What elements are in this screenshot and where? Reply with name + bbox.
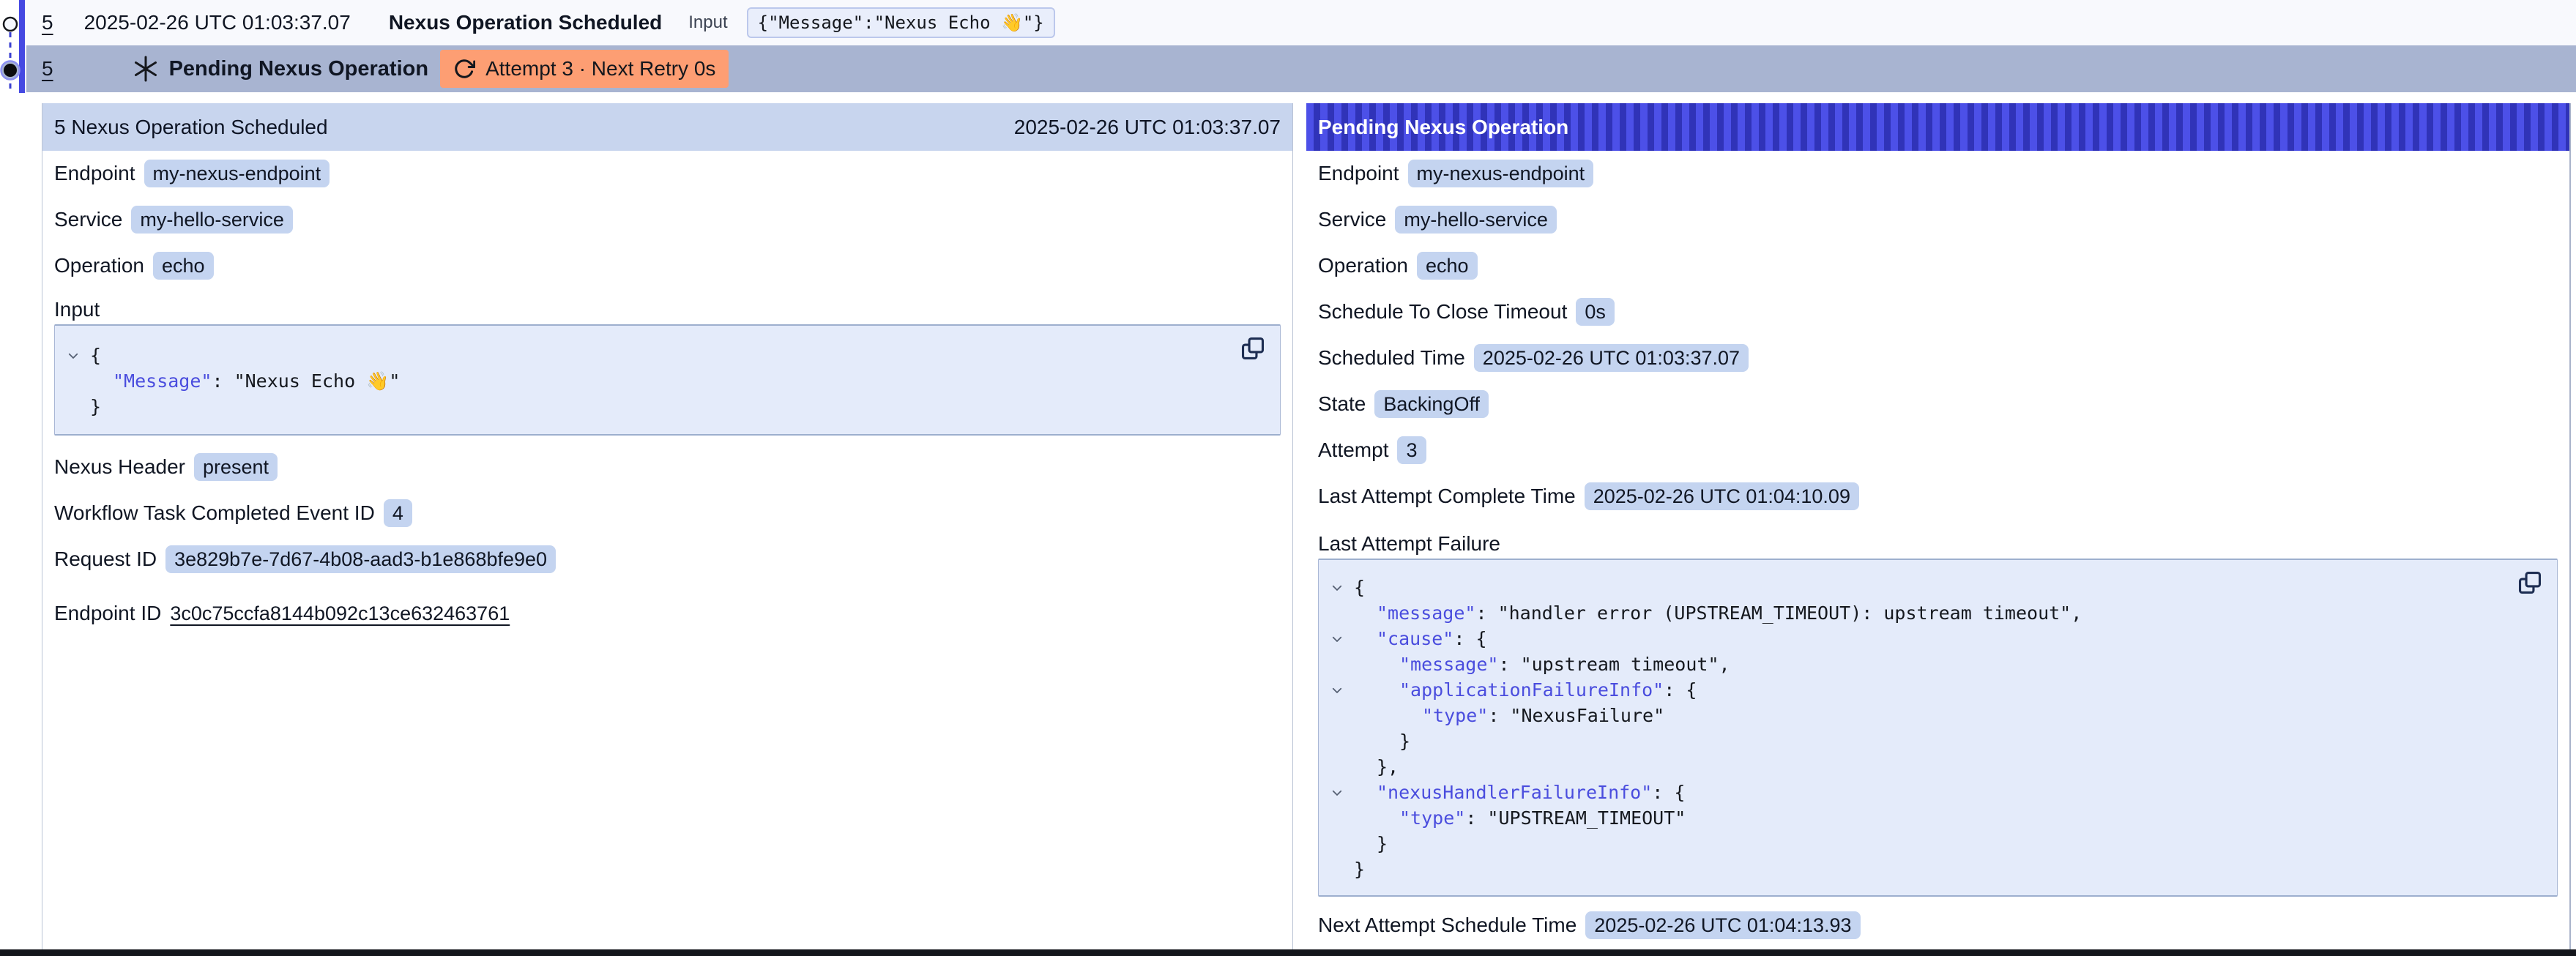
field-row-endpoint: Endpoint my-nexus-endpoint bbox=[1318, 160, 2569, 187]
attempt-retry-badge: Attempt 3 · Next Retry 0s bbox=[440, 50, 729, 88]
event-id-link[interactable]: 5 bbox=[42, 57, 53, 81]
field-label: Request ID bbox=[54, 548, 157, 571]
field-label: Nexus Header bbox=[54, 455, 185, 479]
retry-icon bbox=[453, 58, 475, 80]
field-row-scheduled-time: Scheduled Time 2025-02-26 UTC 01:03:37.0… bbox=[1318, 344, 2569, 372]
code-line: { bbox=[55, 343, 1280, 368]
field-label: Last Attempt Complete Time bbox=[1318, 485, 1576, 508]
event-input-label: Input bbox=[688, 12, 727, 33]
pending-panel-title: Pending Nexus Operation bbox=[1318, 116, 1568, 139]
field-label: Next Attempt Schedule Time bbox=[1318, 914, 1577, 937]
event-title: Pending Nexus Operation bbox=[169, 57, 429, 81]
code-line: "nexusHandlerFailureInfo": { bbox=[1319, 780, 2557, 805]
scheduled-event-detail-panel: 5 Nexus Operation Scheduled 2025-02-26 U… bbox=[42, 103, 1293, 949]
field-row-operation: Operation echo bbox=[54, 252, 1292, 280]
field-value-badge: my-hello-service bbox=[131, 206, 293, 234]
input-code-block: {"Message": "Nexus Echo 👋"} bbox=[54, 324, 1281, 436]
code-line: "message": "upstream timeout", bbox=[1319, 651, 2557, 677]
field-value-badge: my-hello-service bbox=[1395, 206, 1557, 234]
attempt-badge-label: Attempt 3 · Next Retry 0s bbox=[485, 57, 715, 81]
field-value-badge: 0s bbox=[1576, 298, 1615, 326]
field-row-endpoint: Endpoint my-nexus-endpoint bbox=[54, 160, 1292, 187]
event-input-chip: {"Message":"Nexus Echo 👋"} bbox=[747, 7, 1055, 38]
code-line: }, bbox=[1319, 754, 2557, 780]
field-value-badge: BackingOff bbox=[1374, 390, 1489, 418]
chevron-down-icon[interactable] bbox=[1330, 677, 1344, 703]
field-row-service: Service my-hello-service bbox=[1318, 206, 2569, 234]
code-line: "message": "handler error (UPSTREAM_TIME… bbox=[1319, 600, 2557, 626]
field-value-badge: present bbox=[194, 453, 278, 481]
field-label: Endpoint bbox=[1318, 162, 1399, 185]
field-row-next-attempt-schedule-time: Next Attempt Schedule Time 2025-02-26 UT… bbox=[1318, 911, 2569, 939]
field-value-badge: echo bbox=[153, 252, 214, 280]
field-row-last-attempt-complete-time: Last Attempt Complete Time 2025-02-26 UT… bbox=[1318, 482, 2569, 510]
timeline-accent-bar bbox=[19, 0, 25, 93]
event-row-nexus-operation-scheduled[interactable]: 5 2025-02-26 UTC 01:03:37.07 Nexus Opera… bbox=[26, 0, 2576, 45]
field-label: Service bbox=[54, 208, 122, 231]
field-value-badge: my-nexus-endpoint bbox=[1408, 160, 1594, 187]
code-line: } bbox=[1319, 728, 2557, 754]
code-line: "applicationFailureInfo": { bbox=[1319, 677, 2557, 703]
field-value-badge: 2025-02-26 UTC 01:04:13.93 bbox=[1585, 911, 1860, 939]
scheduled-panel-header: 5 Nexus Operation Scheduled 2025-02-26 U… bbox=[42, 103, 1292, 151]
bottom-edge-bar bbox=[0, 949, 2576, 956]
field-row-request-id: Request ID 3e829b7e-7d67-4b08-aad3-b1e86… bbox=[54, 545, 1292, 573]
field-row-workflow-task-completed-event-id: Workflow Task Completed Event ID 4 bbox=[54, 499, 1292, 527]
field-label: Scheduled Time bbox=[1318, 346, 1465, 370]
code-line: "Message": "Nexus Echo 👋" bbox=[55, 368, 1280, 394]
field-value-badge: 4 bbox=[384, 499, 412, 527]
scheduled-panel-timestamp: 2025-02-26 UTC 01:03:37.07 bbox=[1014, 116, 1281, 139]
field-label: Operation bbox=[54, 254, 144, 277]
field-label: Endpoint ID bbox=[54, 602, 161, 625]
field-label: Attempt bbox=[1318, 438, 1388, 462]
endpoint-id-link[interactable]: 3c0c75ccfa8144b092c13ce632463761 bbox=[170, 602, 510, 625]
field-row-operation: Operation echo bbox=[1318, 252, 2569, 280]
scheduled-panel-title: 5 Nexus Operation Scheduled bbox=[54, 116, 328, 139]
field-value-badge: 3 bbox=[1397, 436, 1426, 464]
field-row-endpoint-id: Endpoint ID 3c0c75ccfa8144b092c13ce63246… bbox=[54, 600, 1292, 627]
field-row-state: State BackingOff bbox=[1318, 390, 2569, 418]
chevron-down-icon[interactable] bbox=[1330, 575, 1344, 600]
failure-section-label: Last Attempt Failure bbox=[1318, 533, 2569, 555]
code-line: } bbox=[55, 394, 1280, 419]
field-value-badge: my-nexus-endpoint bbox=[144, 160, 330, 187]
field-label: Endpoint bbox=[54, 162, 135, 185]
asterisk-icon bbox=[133, 56, 159, 82]
field-value-badge: 2025-02-26 UTC 01:04:10.09 bbox=[1585, 482, 1859, 510]
field-row-schedule-to-close-timeout: Schedule To Close Timeout 0s bbox=[1318, 298, 2569, 326]
event-id-link[interactable]: 5 bbox=[42, 11, 53, 34]
field-value-badge: echo bbox=[1417, 252, 1478, 280]
workflow-event-history-screen: 5 2025-02-26 UTC 01:03:37.07 Nexus Opera… bbox=[0, 0, 2576, 956]
event-row-pending-nexus-operation[interactable]: 5 Pending Nexus Operation Attempt 3 · Ne… bbox=[26, 45, 2576, 92]
pending-operation-detail-panel: Pending Nexus Operation Endpoint my-nexu… bbox=[1306, 103, 2571, 949]
field-label: Service bbox=[1318, 208, 1386, 231]
failure-code-block: {"message": "handler error (UPSTREAM_TIM… bbox=[1318, 559, 2558, 897]
event-title: Nexus Operation Scheduled bbox=[389, 11, 662, 34]
code-line: { bbox=[1319, 575, 2557, 600]
field-row-nexus-header: Nexus Header present bbox=[54, 453, 1292, 481]
timeline-filled-circle-icon[interactable] bbox=[4, 64, 17, 77]
field-label: Operation bbox=[1318, 254, 1408, 277]
chevron-down-icon[interactable] bbox=[67, 343, 80, 368]
code-line: } bbox=[1319, 831, 2557, 856]
field-label: State bbox=[1318, 392, 1366, 416]
code-line: "cause": { bbox=[1319, 626, 2557, 651]
code-line: } bbox=[1319, 856, 2557, 882]
field-label: Workflow Task Completed Event ID bbox=[54, 501, 375, 525]
chevron-down-icon[interactable] bbox=[1330, 626, 1344, 651]
input-section-label: Input bbox=[54, 299, 1292, 321]
event-time: 2025-02-26 UTC 01:03:37.07 bbox=[84, 11, 351, 34]
field-row-service: Service my-hello-service bbox=[54, 206, 1292, 234]
chevron-down-icon[interactable] bbox=[1330, 780, 1344, 805]
field-value-badge: 2025-02-26 UTC 01:03:37.07 bbox=[1474, 344, 1749, 372]
pending-panel-header: Pending Nexus Operation bbox=[1306, 103, 2569, 151]
code-line: "type": "UPSTREAM_TIMEOUT" bbox=[1319, 805, 2557, 831]
timeline-hollow-circle-icon[interactable] bbox=[4, 18, 17, 31]
field-label: Schedule To Close Timeout bbox=[1318, 300, 1567, 324]
code-line: "type": "NexusFailure" bbox=[1319, 703, 2557, 728]
field-row-attempt: Attempt 3 bbox=[1318, 436, 2569, 464]
field-value-badge: 3e829b7e-7d67-4b08-aad3-b1e868bfe9e0 bbox=[165, 545, 556, 573]
